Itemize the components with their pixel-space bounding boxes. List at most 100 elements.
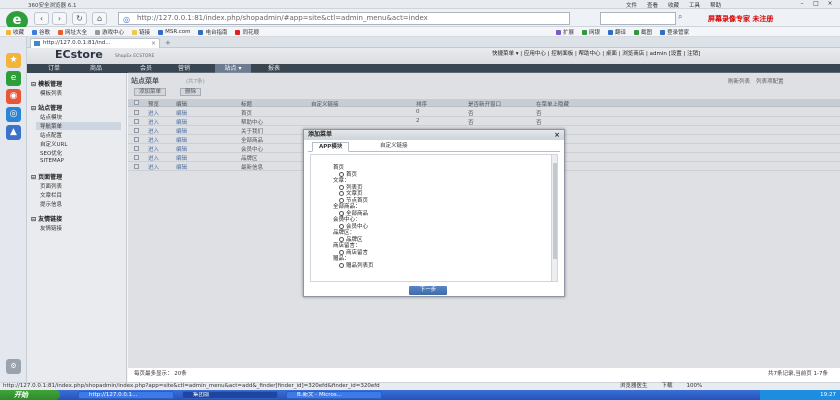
tab-app-module[interactable]: APP模块 [312, 142, 350, 152]
favorites-star-icon[interactable]: ★ [6, 53, 21, 68]
screenshot-button[interactable]: 截图 [634, 28, 652, 36]
menu-tools[interactable]: 工具 [689, 1, 700, 9]
bank-icon [582, 29, 588, 35]
dialog-scrollbar[interactable] [551, 155, 557, 281]
home-icon[interactable]: ⌂ [92, 12, 107, 25]
minimize-icon[interactable]: – [796, 0, 808, 8]
window-title-bar: 360安全浏览器 6.1 文件 查看 收藏 工具 帮助 – □ × [0, 0, 840, 9]
app-sidebar: ⊟ 模板管理 模板列表 ⊟ 站点管理 站点模块 导航菜单 站点配置 自定义URL… [27, 73, 127, 382]
window-menu: 文件 查看 收藏 工具 帮助 [626, 1, 721, 9]
windows-taskbar: 开始 http://127.0.0.1... 集团版 B.新文 - Micros… [0, 390, 840, 400]
login-manager-button[interactable]: 登录管家 [660, 28, 689, 36]
fav-sites[interactable]: 网址大全 [58, 28, 87, 36]
dialog-tabs: APP模块 自定义链接 [308, 142, 560, 152]
ths-icon [235, 29, 241, 35]
download-button[interactable]: 下载 [662, 383, 673, 390]
green-app-icon[interactable]: e [6, 71, 21, 86]
sidebar-item-seo[interactable]: SEO优化 [40, 149, 62, 157]
sites-icon [58, 29, 64, 35]
dialog-title: 添加菜单 [308, 131, 333, 138]
browser-tab[interactable]: http://127.0.0.1:81/ind... × [30, 38, 160, 48]
search-icon[interactable]: ⌕ [678, 12, 690, 25]
fav-ths[interactable]: 同花顺 [235, 28, 259, 36]
translate-icon [608, 29, 614, 35]
radio-icon[interactable] [339, 262, 344, 268]
extension-icon [556, 29, 561, 35]
page-size-info: 每页最多显示： 20条 [134, 371, 187, 377]
sidebar-item-tips[interactable]: 提示信息 [40, 200, 62, 208]
sidebar-item-site-config[interactable]: 站点配置 [40, 131, 62, 139]
qq-icon[interactable]: ▲ [6, 125, 21, 140]
nav-orders[interactable]: 订单 [39, 64, 69, 73]
fav-radio[interactable]: 电台指南 [198, 28, 227, 36]
back-icon[interactable]: ‹ [34, 12, 49, 25]
fav-links[interactable]: 链接 [132, 28, 150, 36]
msr-icon [158, 29, 164, 35]
bank-button[interactable]: 网银 [582, 28, 600, 36]
new-tab-icon[interactable]: + [165, 39, 171, 47]
nav-products[interactable]: 商品 [81, 64, 111, 73]
favorites-bar: 收藏 谷歌 网址大全 游戏中心 链接 MSR.com 电台指南 同花顺 扩展 网… [0, 27, 840, 37]
sidebar-item-page-list[interactable]: 页面列表 [40, 182, 62, 190]
browser-sidebar: ★ e ◉ ◎ ▲ ⚙ [0, 37, 27, 382]
menu-help[interactable]: 帮助 [710, 1, 721, 9]
browser-doctor-button[interactable]: 浏览器医生 [620, 383, 648, 390]
orange-app-icon[interactable]: ◉ [6, 89, 21, 104]
scrollbar-thumb[interactable] [553, 163, 557, 259]
tab-strip: http://127.0.0.1:81/ind... × + [27, 37, 840, 48]
folder-icon [132, 29, 138, 35]
brand-logo: ECstore [55, 48, 103, 61]
sidebar-item-custom-url[interactable]: 自定义URL [40, 140, 67, 148]
task-word[interactable]: B.新文 - Micros... [286, 391, 382, 399]
fav-msr[interactable]: MSR.com [158, 28, 190, 36]
mouse-cursor-icon: ☝ [339, 213, 345, 223]
ext-button[interactable]: 扩展 [556, 28, 574, 36]
sidebar-item-sitemap[interactable]: SITEMAP [40, 158, 64, 164]
module-tree: 首页 首页 文章： 列表页 文章页 节点首页 全部商品： 全部商品 会员中心： 会员中心 品牌区：品… [310, 154, 558, 282]
game-icon [95, 29, 101, 35]
sidebar-item-nav-menu[interactable]: 导航菜单 [36, 122, 121, 130]
recorder-watermark: 屏幕录像专家 未注册 [708, 15, 774, 23]
star-icon [6, 29, 11, 35]
sidebar-section-pages[interactable]: ⊟ 页面管理 [27, 172, 127, 181]
sidebar-item-site-modules[interactable]: 站点模块 [40, 113, 62, 121]
fav-collect[interactable]: 收藏 [6, 28, 24, 36]
fav-google[interactable]: 谷歌 [32, 28, 50, 36]
translate-button[interactable]: 翻译 [608, 28, 626, 36]
task-browser[interactable]: http://127.0.0.1... [78, 391, 174, 399]
refresh-icon[interactable]: ↻ [72, 12, 87, 25]
settings-icon[interactable]: ⚙ [6, 359, 21, 374]
forward-icon[interactable]: › [52, 12, 67, 25]
radio-icon [198, 29, 204, 35]
weibo-icon[interactable]: ◎ [6, 107, 21, 122]
sidebar-item-template-list[interactable]: 模板列表 [40, 89, 62, 97]
tab-custom-link[interactable]: 自定义链接 [374, 142, 414, 152]
tree-option[interactable]: 赠品列表页 [339, 261, 374, 269]
dialog-title-bar: 添加菜单 × [304, 130, 564, 140]
search-input[interactable] [600, 12, 676, 25]
address-url: http://127.0.0.1:81/index.php/shopadmin/… [137, 14, 428, 22]
menu-view[interactable]: 查看 [647, 1, 658, 9]
start-button[interactable]: 开始 [0, 390, 60, 400]
fav-games[interactable]: 游戏中心 [95, 28, 124, 36]
sidebar-item-article-column[interactable]: 文章栏目 [40, 191, 62, 199]
tab-close-icon[interactable]: × [151, 39, 156, 48]
maximize-icon[interactable]: □ [810, 0, 822, 8]
address-bar[interactable]: ◎ http://127.0.0.1:81/index.php/shopadmi… [118, 12, 570, 25]
quick-links[interactable]: 快捷菜单 ▾ | 应用中心 | 控制面板 | 帮助中心 | 桌面 | 浏览商店 … [492, 49, 700, 57]
menu-favorites[interactable]: 收藏 [668, 1, 679, 9]
page-favicon-icon [34, 41, 40, 46]
zoom-level[interactable]: 100% [687, 383, 703, 390]
close-icon[interactable]: × [824, 0, 836, 8]
status-url: http://127.0.0.1:81/index.php/shopadmin/… [3, 383, 380, 389]
task-group[interactable]: 集团版 [182, 391, 278, 399]
google-icon [32, 29, 38, 35]
sidebar-section-site[interactable]: ⊟ 站点管理 [27, 103, 127, 112]
add-menu-dialog: 添加菜单 × APP模块 自定义链接 首页 首页 文章： 列表页 文章页 节点首页 全部商品… [303, 129, 565, 297]
menu-file[interactable]: 文件 [626, 1, 637, 9]
dialog-close-icon[interactable]: × [554, 130, 560, 140]
sidebar-item-friend-links[interactable]: 友情链接 [40, 224, 62, 232]
sidebar-section-links[interactable]: ⊟ 友情链接 [27, 214, 127, 223]
next-step-button[interactable]: 下一步 [409, 286, 447, 295]
sidebar-section-templates[interactable]: ⊟ 模板管理 [27, 79, 127, 88]
